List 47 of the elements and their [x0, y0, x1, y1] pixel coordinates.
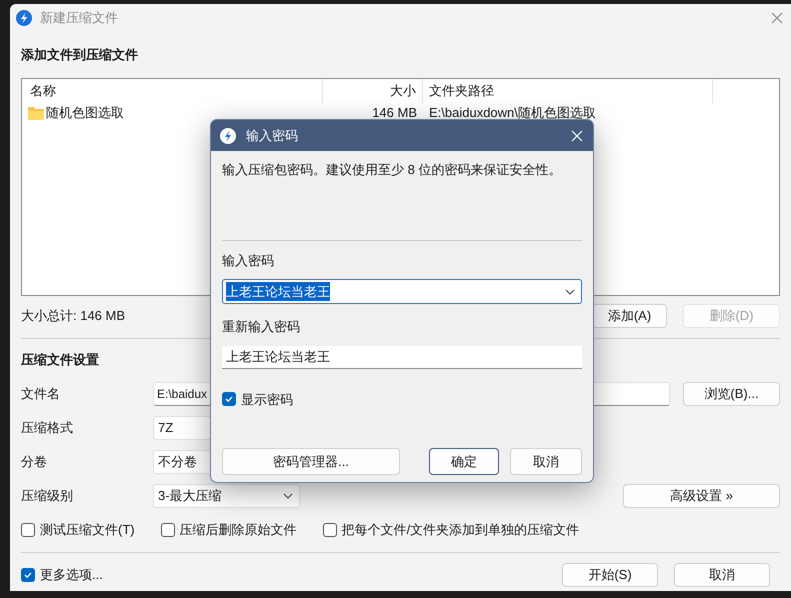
section-heading: 压缩文件设置: [21, 351, 99, 369]
checkbox[interactable]: [222, 392, 236, 406]
advanced-settings-button[interactable]: 高级设置 »: [623, 484, 780, 508]
password-field[interactable]: 上老王论坛当老王: [222, 279, 582, 304]
field-label: 压缩格式: [21, 420, 73, 436]
dialog-title: 输入密码: [246, 126, 298, 145]
field-label: 文件名: [21, 386, 60, 402]
confirm-password-field[interactable]: 上老王论坛当老王: [222, 346, 582, 368]
checkbox-label: 把每个文件/文件夹添加到单独的压缩文件: [342, 521, 580, 540]
ok-button[interactable]: 确定: [429, 448, 499, 475]
section-heading: 添加文件到压缩文件: [21, 46, 138, 64]
dropdown[interactable]: 3-最大压缩: [153, 484, 300, 508]
caret-icon: [283, 493, 293, 499]
caret-icon: [565, 288, 575, 294]
password-manager-button[interactable]: 密码管理器...: [222, 448, 400, 475]
window-title: 新建压缩文件: [40, 9, 118, 28]
checkmark-icon: [23, 570, 33, 580]
cancel-button[interactable]: 取消: [510, 448, 582, 475]
column-header[interactable]: 名称: [30, 83, 56, 98]
checkbox-label: 显示密码: [241, 390, 293, 408]
folder-icon: [28, 106, 44, 120]
start-button[interactable]: 开始(S): [562, 563, 658, 587]
add-button[interactable]: 添加(A): [592, 304, 667, 328]
column-header[interactable]: 大小: [390, 83, 416, 98]
app-icon: [16, 10, 32, 26]
file-name: 随机色图选取: [46, 104, 124, 122]
checkbox-label: 更多选项...: [40, 566, 103, 584]
checkbox-label: 压缩后删除原始文件: [180, 521, 297, 540]
total-size: 大小总计: 146 MB: [21, 307, 126, 326]
cancel-button[interactable]: 取消: [674, 563, 770, 587]
field-label: 输入密码: [222, 252, 274, 270]
browse-button[interactable]: 浏览(B)...: [683, 382, 780, 406]
checkbox[interactable]: [21, 523, 35, 537]
checkbox-label: 测试压缩文件(T): [40, 521, 135, 540]
folder-path: E:\baiduxdown\随机色图选取: [429, 105, 596, 120]
field-label: 分卷: [21, 454, 47, 470]
dialog-description: 输入压缩包密码。建议使用至少 8 位的密码来保证安全性。: [222, 161, 562, 179]
close-icon[interactable]: [771, 12, 783, 24]
checkbox[interactable]: [322, 523, 337, 537]
checkbox[interactable]: [160, 523, 175, 537]
column-header[interactable]: 文件夹路径: [429, 83, 494, 98]
field-label: 压缩级别: [21, 488, 73, 504]
field-label: 重新输入密码: [222, 318, 300, 336]
checkbox[interactable]: [21, 568, 35, 582]
checkmark-icon: [224, 394, 234, 404]
file-size: 146 MB: [372, 105, 417, 120]
app-icon: [220, 128, 236, 144]
